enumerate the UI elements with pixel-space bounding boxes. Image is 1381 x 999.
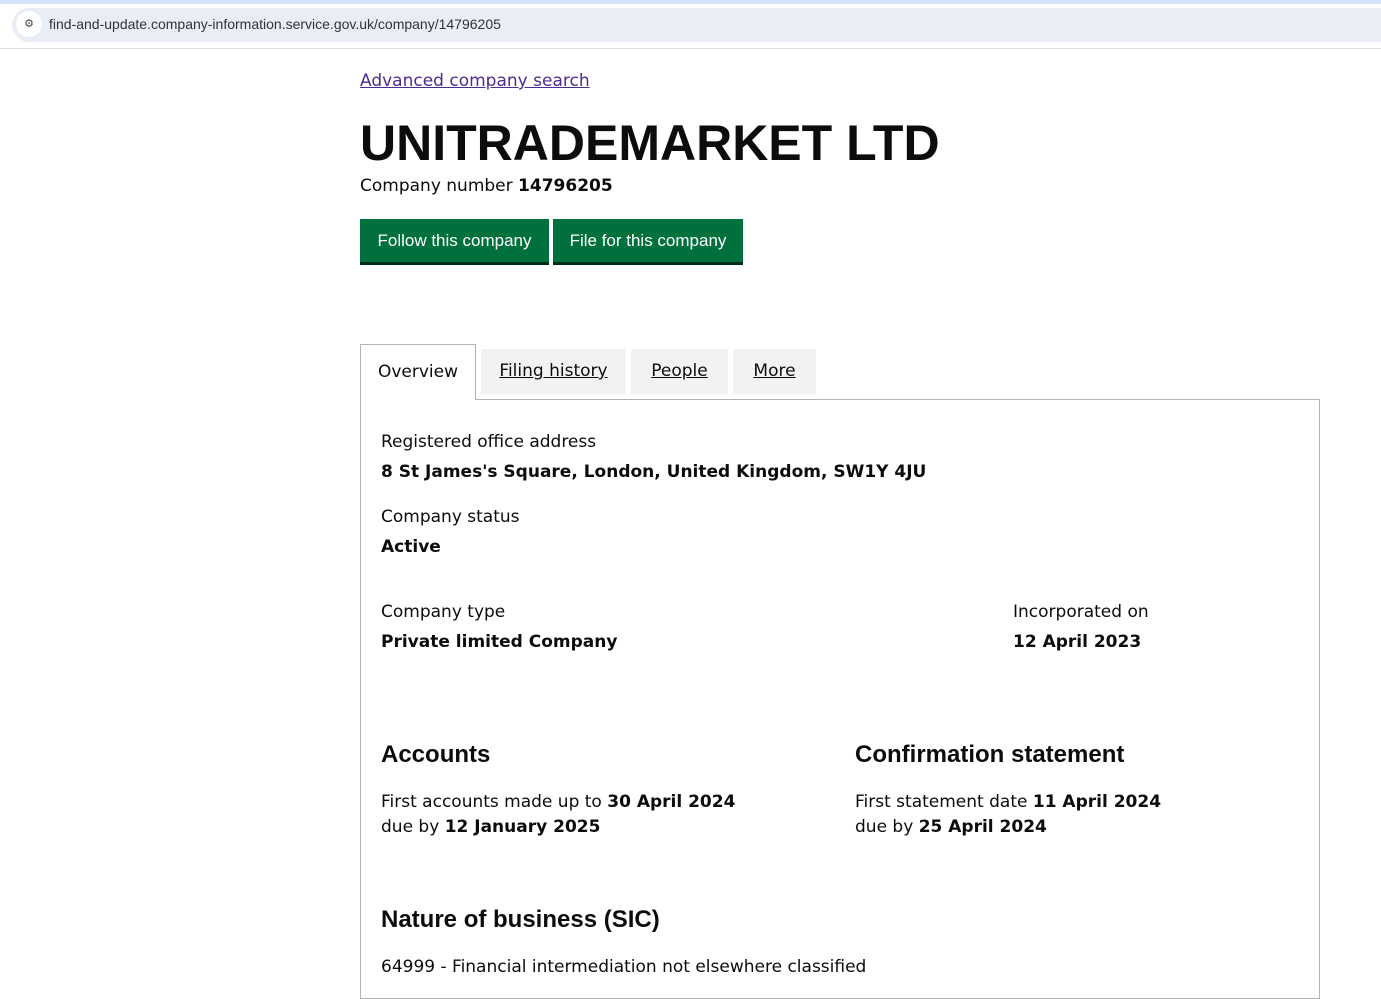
incorporated-value: 12 April 2023	[1013, 632, 1142, 652]
confirmation-line1-text: First statement date	[855, 792, 1028, 812]
accounts-line2: due by 12 January 2025	[381, 817, 600, 837]
follow-company-button[interactable]: Follow this company	[360, 219, 549, 262]
accounts-line1: First accounts made up to 30 April 2024	[381, 792, 735, 812]
confirmation-line2-text: due by	[855, 817, 914, 837]
tab-overview[interactable]: Overview	[360, 344, 476, 400]
confirmation-due-date: 25 April 2024	[918, 817, 1047, 837]
tune-icon[interactable]: ⚙	[16, 11, 42, 37]
type-label: Company type	[381, 602, 506, 622]
company-number-value: 14796205	[518, 176, 613, 196]
accounts-due-date: 12 January 2025	[444, 817, 601, 837]
status-label: Company status	[381, 507, 520, 527]
accounts-line2-text: due by	[381, 817, 440, 837]
sic-item: 64999 - Financial intermediation not els…	[381, 957, 867, 977]
sic-heading: Nature of business (SIC)	[381, 906, 660, 933]
confirmation-heading: Confirmation statement	[855, 741, 1125, 768]
status-value: Active	[381, 537, 441, 557]
type-value: Private limited Company	[381, 632, 618, 652]
tab-filing-history[interactable]: Filing history	[481, 349, 626, 394]
company-name: UNITRADEMARKET LTD	[360, 115, 940, 171]
accounts-made-up-date: 30 April 2024	[607, 792, 736, 812]
confirmation-line2: due by 25 April 2024	[855, 817, 1047, 837]
toolbar-divider	[0, 48, 1381, 49]
browser-top-strip	[0, 0, 1381, 4]
tab-more[interactable]: More	[733, 349, 816, 394]
address-value: 8 St James's Square, London, United King…	[381, 462, 927, 482]
confirmation-line1: First statement date 11 April 2024	[855, 792, 1161, 812]
file-for-company-button[interactable]: File for this company	[553, 219, 743, 262]
accounts-heading: Accounts	[381, 741, 491, 768]
accounts-line1-text: First accounts made up to	[381, 792, 602, 812]
address-label: Registered office address	[381, 432, 597, 452]
company-number: Company number 14796205	[360, 176, 613, 196]
company-number-label: Company number	[360, 176, 513, 196]
confirmation-statement-date: 11 April 2024	[1032, 792, 1162, 812]
tab-people[interactable]: People	[631, 349, 728, 394]
url-text[interactable]: find-and-update.company-information.serv…	[49, 16, 501, 32]
advanced-search-link[interactable]: Advanced company search	[360, 71, 590, 91]
incorporated-label: Incorporated on	[1013, 602, 1149, 622]
